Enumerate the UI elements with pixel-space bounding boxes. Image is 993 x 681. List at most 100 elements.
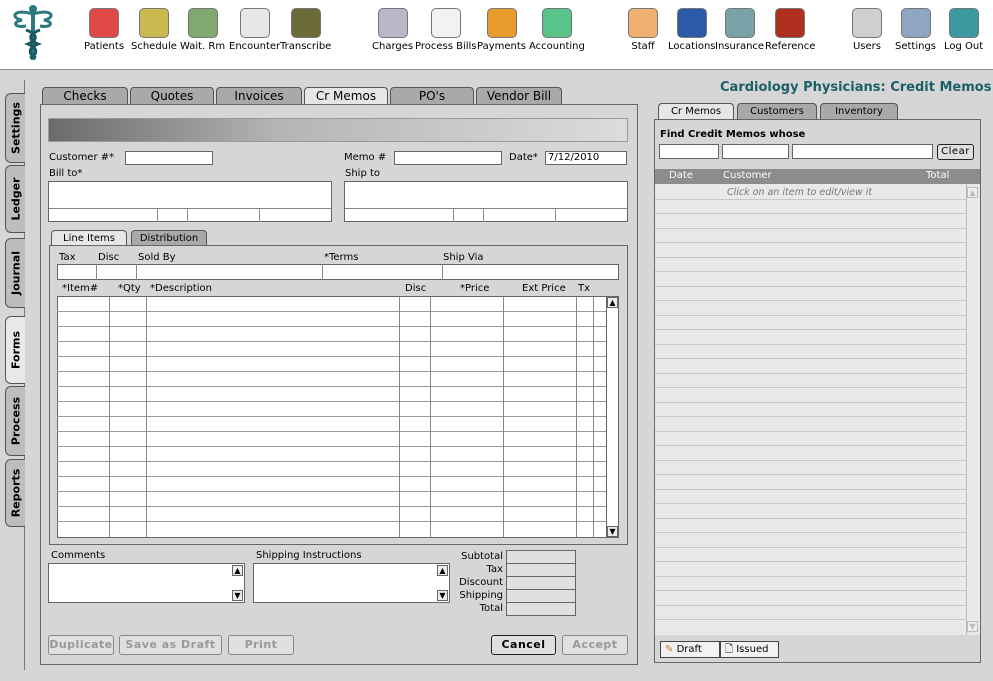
accept-button[interactable]: Accept (562, 635, 628, 655)
toolbar-patients-button[interactable]: Patients (84, 8, 124, 52)
shipping-instructions-textarea[interactable] (253, 563, 450, 603)
total-column-header[interactable]: Total (926, 170, 949, 181)
line-item-row[interactable] (57, 327, 606, 342)
tab-pos[interactable]: PO's (390, 87, 474, 105)
insurance-icon (724, 8, 755, 38)
bill-to-address[interactable] (48, 181, 332, 222)
line-item-row[interactable] (57, 357, 606, 372)
toolbar-log-out-button[interactable]: Log Out (944, 8, 983, 52)
transcribe-icon (290, 8, 321, 38)
toolbar-schedule-button[interactable]: Schedule (131, 8, 177, 52)
comments-scroll-up-icon[interactable]: ▲ (232, 565, 243, 576)
calendar-icon (138, 8, 169, 38)
payments-icon (486, 8, 517, 38)
draft-filter-button[interactable]: ✎ Draft (660, 641, 720, 658)
credit-memo-list[interactable]: Click on an item to edit/view it ▲ ▼ (655, 184, 980, 635)
date-field[interactable]: 7/12/2010 (545, 151, 627, 165)
right-tab-customers[interactable]: Customers (737, 103, 817, 119)
scroll-down-icon[interactable]: ▼ (607, 526, 618, 537)
cancel-button[interactable]: Cancel (491, 635, 556, 655)
side-tab-ledger[interactable]: Ledger (5, 165, 25, 233)
customer-label: Customer #* (49, 152, 115, 163)
comments-scroll-down-icon[interactable]: ▼ (232, 590, 243, 601)
grid-scrollbar-track (606, 297, 607, 537)
disc-header: Disc (98, 252, 120, 263)
side-tab-reports[interactable]: Reports (5, 459, 25, 527)
find-operator-select[interactable] (722, 144, 789, 159)
line-item-row[interactable] (57, 432, 606, 447)
ship-to-address[interactable] (344, 181, 628, 222)
toolbar-reference-button[interactable]: Reference (765, 8, 815, 52)
toolbar-insurance-button[interactable]: Insurance (715, 8, 764, 52)
side-tab-journal[interactable]: Journal (5, 238, 25, 308)
line-item-row[interactable] (57, 402, 606, 417)
list-scroll-up-icon[interactable]: ▲ (967, 187, 978, 198)
side-tab-process[interactable]: Process (5, 386, 25, 456)
shipping-instructions-label: Shipping Instructions (256, 550, 362, 561)
right-tab-inventory[interactable]: Inventory (820, 103, 898, 119)
issued-filter-button[interactable]: 🗋 Issued (720, 641, 779, 658)
toolbar-payments-button[interactable]: Payments (477, 8, 526, 52)
line-item-row[interactable] (57, 462, 606, 477)
main-toolbar: Patients Schedule Wait. Rm Encounter Transcr… (0, 0, 993, 70)
shipping-scroll-down-icon[interactable]: ▼ (437, 590, 448, 601)
memo-number-field[interactable] (394, 151, 502, 165)
customer-column-header[interactable]: Customer (723, 170, 772, 181)
toolbar-charges-button[interactable]: Charges (372, 8, 413, 52)
disc-col-header: Disc (405, 283, 427, 294)
caduceus-logo-icon (13, 5, 53, 60)
line-item-row[interactable] (57, 447, 606, 462)
line-item-row[interactable] (57, 417, 606, 432)
line-item-row[interactable] (57, 312, 606, 327)
tab-checks[interactable]: Checks (42, 87, 128, 105)
side-tab-label: Ledger (9, 177, 22, 221)
line-item-row[interactable] (57, 342, 606, 357)
tab-invoices[interactable]: Invoices (216, 87, 302, 105)
tab-quotes[interactable]: Quotes (130, 87, 214, 105)
list-row-divider (655, 619, 966, 620)
line-item-row[interactable] (57, 297, 606, 312)
side-tab-forms[interactable]: Forms (5, 316, 25, 384)
find-field-select[interactable] (659, 144, 719, 159)
duplicate-button[interactable]: Duplicate (48, 635, 114, 655)
toolbar-staff-button[interactable]: Staff (628, 8, 658, 52)
patients-icon (89, 8, 120, 38)
line-item-row[interactable] (57, 372, 606, 387)
customer-number-field[interactable] (125, 151, 213, 165)
list-scroll-down-icon[interactable]: ▼ (967, 621, 978, 632)
toolbar-settings-button[interactable]: Settings (895, 8, 936, 52)
date-column-header[interactable]: Date (669, 170, 693, 181)
terms-separator (96, 264, 97, 280)
line-item-row[interactable] (57, 492, 606, 507)
comments-textarea[interactable] (48, 563, 245, 603)
find-label: Find Credit Memos whose (660, 129, 806, 140)
toolbar-locations-button[interactable]: Locations (668, 8, 716, 52)
subtab-line-items[interactable]: Line Items (51, 230, 127, 246)
line-item-row[interactable] (57, 507, 606, 522)
line-item-row[interactable] (57, 477, 606, 492)
toolbar-encounter-button[interactable]: Encounter (229, 8, 280, 52)
toolbar-wait-rm-button[interactable]: Wait. Rm (180, 8, 225, 52)
side-tab-settings[interactable]: Settings (5, 93, 25, 163)
ship-to-separator (453, 208, 454, 222)
save-as-draft-button[interactable]: Save as Draft (119, 635, 222, 655)
bill-to-separator (157, 208, 158, 222)
total-label: Total (479, 603, 503, 614)
right-tab-label: Cr Memos (670, 106, 722, 117)
toolbar-accounting-button[interactable]: Accounting (529, 8, 585, 52)
scroll-up-icon[interactable]: ▲ (607, 297, 618, 308)
find-value-input[interactable] (792, 144, 933, 159)
toolbar-process-bills-button[interactable]: Process Bills (415, 8, 477, 52)
subtab-distribution[interactable]: Distribution (131, 230, 207, 246)
right-tab-cr-memos[interactable]: Cr Memos (658, 103, 734, 119)
list-row-divider (655, 590, 966, 591)
toolbar-users-button[interactable]: Users (852, 8, 882, 52)
clear-button[interactable]: Clear (937, 144, 974, 160)
line-item-row[interactable] (57, 387, 606, 402)
terms-row[interactable] (57, 264, 619, 280)
tab-vendor-bill[interactable]: Vendor Bill (476, 87, 562, 105)
list-hint: Click on an item to edit/view it (727, 187, 873, 198)
shipping-scroll-up-icon[interactable]: ▲ (437, 565, 448, 576)
print-button[interactable]: Print (228, 635, 294, 655)
toolbar-transcribe-button[interactable]: Transcribe (280, 8, 331, 52)
